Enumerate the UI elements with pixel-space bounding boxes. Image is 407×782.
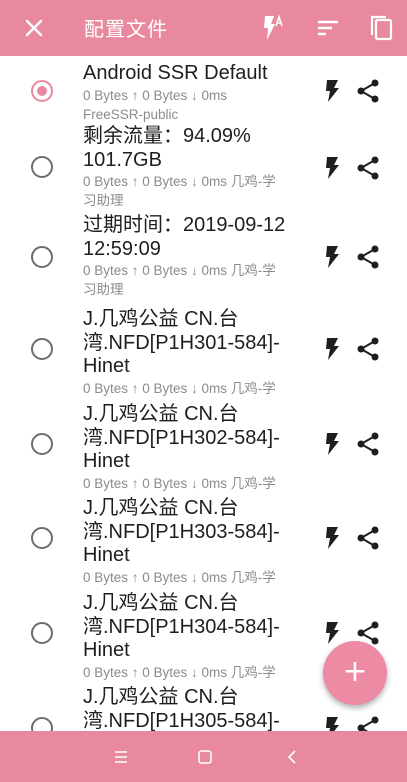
profile-name: J.几鸡公益 CN.台 湾.NFD[P1H303-584]- Hinet (83, 497, 280, 566)
radio-unselected[interactable] (31, 527, 53, 549)
profile-list[interactable]: Android SSR Default 0 Bytes ↑ 0 Bytes ↓ … (0, 56, 407, 731)
flash-icon[interactable] (323, 156, 343, 180)
share-icon[interactable] (355, 431, 381, 457)
flash-icon[interactable] (323, 79, 343, 103)
profile-stats: 0 Bytes ↑ 0 Bytes ↓ 0ms 几鸡-学 (83, 475, 276, 491)
radio-unselected[interactable] (31, 156, 53, 178)
flash-icon[interactable] (323, 621, 343, 645)
add-profile-button[interactable]: + (323, 641, 387, 705)
flash-icon[interactable] (323, 432, 343, 456)
radio-unselected[interactable] (31, 338, 53, 360)
profile-name: 过期时间：2019-09-12 12:59:09 (83, 214, 286, 260)
profile-name: J.几鸡公益 CN.台 湾.NFD[P1H302-584]- Hinet (83, 403, 280, 472)
radio-unselected[interactable] (31, 246, 53, 268)
system-nav-bar (0, 731, 407, 782)
profile-stats: 0 Bytes ↑ 0 Bytes ↓ 0ms 几鸡-学 习助理 (83, 174, 276, 208)
profile-name: Android SSR Default (83, 62, 268, 84)
flash-icon[interactable] (323, 716, 343, 731)
flash-auto-icon[interactable] (258, 12, 290, 44)
radio-unselected[interactable] (31, 717, 53, 731)
list-item[interactable]: J.几鸡公益 CN.台 湾.NFD[P1H303-584]- Hinet 0 B… (0, 497, 407, 591)
profile-stats: 0 Bytes ↑ 0 Bytes ↓ 0ms 几鸡-学 (83, 569, 276, 585)
flash-icon[interactable] (323, 337, 343, 361)
back-icon[interactable] (278, 743, 306, 771)
sort-icon[interactable] (312, 12, 344, 44)
radio-unselected[interactable] (31, 622, 53, 644)
profile-stats: 0 Bytes ↑ 0 Bytes ↓ 0ms FreeSSR-public (83, 87, 228, 122)
profile-stats: 0 Bytes ↑ 0 Bytes ↓ 0ms 几鸡-学 (83, 380, 276, 396)
share-icon[interactable] (355, 78, 381, 104)
list-item[interactable]: Android SSR Default 0 Bytes ↑ 0 Bytes ↓ … (0, 56, 407, 131)
copy-icon[interactable] (366, 12, 398, 44)
list-item[interactable]: J.几鸡公益 CN.台 湾.NFD[P1H302-584]- Hinet 0 B… (0, 402, 407, 497)
share-icon[interactable] (355, 715, 381, 731)
share-icon[interactable] (355, 155, 381, 181)
profile-name: J.几鸡公益 CN.台 湾.NFD[P1H301-584]- Hinet (83, 308, 280, 377)
radio-unselected[interactable] (31, 433, 53, 455)
menu-icon[interactable] (107, 743, 135, 771)
share-icon[interactable] (355, 525, 381, 551)
profile-name: J.几鸡公益 CN.台 湾.NFD[P1H304-584]- Hinet (83, 592, 280, 661)
share-icon[interactable] (355, 336, 381, 362)
home-icon[interactable] (191, 743, 219, 771)
close-icon[interactable] (18, 12, 50, 44)
list-item[interactable]: J.几鸡公益 CN.台 湾.NFD[P1H301-584]- Hinet 0 B… (0, 307, 407, 402)
radio-selected[interactable] (31, 80, 53, 102)
profile-stats: 0 Bytes ↑ 0 Bytes ↓ 0ms 几鸡-学 习助理 (83, 263, 276, 297)
list-item[interactable]: 剩余流量：94.09% 101.7GB 0 Bytes ↑ 0 Bytes ↓ … (0, 125, 407, 217)
plus-icon: + (342, 654, 368, 689)
profile-name: 剩余流量：94.09% 101.7GB (83, 125, 251, 171)
list-item[interactable]: 过期时间：2019-09-12 12:59:09 0 Bytes ↑ 0 Byt… (0, 214, 407, 307)
flash-icon[interactable] (323, 526, 343, 550)
share-icon[interactable] (355, 244, 381, 270)
flash-icon[interactable] (323, 245, 343, 269)
page-title: 配置文件 (84, 17, 168, 41)
profile-name: J.几鸡公益 CN.台 湾.NFD[P1H305-584]- (83, 686, 280, 731)
app-bar: 配置文件 (0, 0, 407, 56)
profile-stats: 0 Bytes ↑ 0 Bytes ↓ 0ms 几鸡-学 (83, 664, 276, 680)
